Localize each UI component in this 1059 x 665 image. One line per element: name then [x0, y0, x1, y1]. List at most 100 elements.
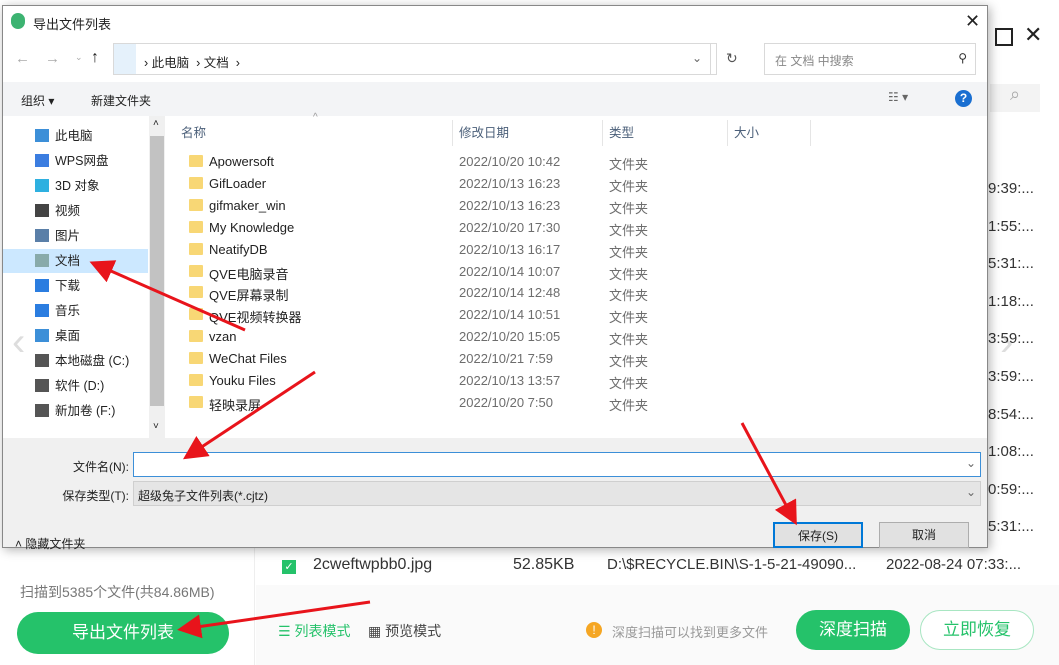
dialog-close-button[interactable]: ✕ [965, 11, 980, 32]
file-type: 文件夹 [609, 200, 649, 216]
table-row[interactable]: ✓ 2cweftwpbb0.jpg 52.85KB D:\$RECYCLE.BI… [280, 556, 1059, 578]
hide-folders-label: 隐藏文件夹 [25, 537, 86, 551]
preview-mode-tab[interactable]: ▦ 预览模式 [368, 621, 441, 641]
list-mode-tab[interactable]: ☰ 列表模式 [278, 621, 350, 641]
save-button[interactable]: 保存(S) [773, 522, 863, 548]
chevron-down-icon[interactable]: ⌄ [692, 51, 702, 65]
preview-mode-label: 预览模式 [385, 623, 442, 639]
prev-arrow-icon[interactable]: ‹ [12, 320, 25, 365]
nav-item[interactable]: 图片 [3, 224, 148, 248]
nav-item-label: 下载 [55, 279, 81, 293]
hide-folders-toggle[interactable]: ˄ 隐藏文件夹 [15, 535, 85, 552]
file-name: GifLoader [209, 175, 267, 191]
file-row[interactable]: 轻映录屏 2022/10/20 7:50 文件夹 [183, 392, 803, 414]
save-dialog: 导出文件列表 ✕ ← → ⌄ ↑ › 此电脑 › 文档 › ⌄ ↻ 在 文档 中… [2, 5, 988, 551]
file-row[interactable]: QVE屏幕录制 2022/10/14 12:48 文件夹 [183, 282, 803, 304]
chevron-down-icon[interactable]: ⌄ [966, 456, 976, 470]
deep-scan-button[interactable]: 深度扫描 [796, 610, 910, 650]
new-folder-button[interactable]: 新建文件夹 [91, 92, 151, 109]
cube-icon [35, 179, 49, 192]
file-row[interactable]: QVE电脑录音 2022/10/14 10:07 文件夹 [183, 261, 803, 283]
file-time: 2022-08-24 07:33:... [886, 556, 1022, 573]
file-row[interactable]: Apowersoft 2022/10/20 10:42 文件夹 [183, 151, 803, 173]
folder-icon [189, 395, 203, 408]
nav-item-label: 图片 [55, 229, 81, 243]
file-row[interactable]: vzan 2022/10/20 15:05 文件夹 [183, 326, 803, 348]
row-time: 0:59:... [988, 480, 1034, 498]
column-size[interactable]: 大小 [728, 120, 811, 146]
view-options-icon[interactable]: ☷ ▾ [888, 90, 908, 104]
nav-item[interactable]: 视频 [3, 199, 148, 223]
filename-input[interactable]: ⌄ [133, 452, 981, 477]
file-name: NeatifyDB [209, 241, 268, 257]
file-date: 2022/10/14 12:48 [459, 285, 561, 301]
file-path: D:\$RECYCLE.BIN\S-1-5-21-49090... [607, 556, 857, 573]
back-button[interactable]: ← [15, 50, 30, 82]
file-name: Youku Files [209, 373, 276, 388]
breadcrumb-documents[interactable]: 文档 [204, 56, 229, 70]
address-bar[interactable]: › 此电脑 › 文档 › ⌄ ↻ [113, 43, 738, 75]
filetype-select[interactable]: 超级兔子文件列表(*.cjtz) ⌄ [133, 481, 981, 506]
deep-scan-hint: 深度扫描可以找到更多文件 [612, 625, 769, 640]
nav-item[interactable]: 下载 [3, 274, 148, 298]
nav-item[interactable]: 此电脑 [3, 124, 148, 148]
scroll-up-icon[interactable]: ˄ [153, 118, 159, 129]
help-icon[interactable]: ? [955, 90, 972, 107]
breadcrumb-this-pc[interactable]: 此电脑 [152, 56, 190, 70]
file-row[interactable]: WeChat Files 2022/10/21 7:59 文件夹 [183, 348, 803, 370]
nav-scrollbar[interactable]: ˄ ˅ [149, 116, 165, 438]
file-type: 文件夹 [609, 376, 649, 391]
file-type: 文件夹 [609, 222, 649, 238]
app-logo-icon [11, 13, 25, 29]
file-row[interactable]: QVE视频转换器 2022/10/14 10:51 文件夹 [183, 304, 803, 326]
folder-icon [189, 220, 203, 233]
scroll-down-icon[interactable]: ˅ [153, 421, 159, 432]
row-time: 1:55:... [988, 217, 1034, 235]
up-button[interactable]: ↑ [91, 49, 99, 81]
file-row[interactable]: My Knowledge 2022/10/20 17:30 文件夹 [183, 217, 803, 239]
file-row[interactable]: gifmaker_win 2022/10/13 16:23 文件夹 [183, 195, 803, 217]
forward-button[interactable]: → [45, 50, 60, 82]
desktop-icon [35, 329, 49, 342]
scroll-thumb[interactable] [150, 136, 164, 406]
file-type: 文件夹 [609, 288, 649, 304]
refresh-icon[interactable]: ↻ [726, 50, 738, 67]
file-date: 2022/10/20 17:30 [459, 219, 561, 235]
nav-item-label: 文档 [55, 254, 81, 268]
file-date: 2022/10/14 10:07 [459, 263, 561, 279]
nav-item-label: 本地磁盘 (C:) [55, 354, 130, 368]
nav-item[interactable]: 软件 (D:) [3, 374, 148, 398]
checkbox-checked[interactable]: ✓ [282, 560, 296, 574]
file-date: 2022/10/13 16:17 [459, 241, 561, 257]
recover-button[interactable]: 立即恢复 [920, 610, 1034, 650]
export-file-list-button[interactable]: 导出文件列表 [17, 612, 229, 654]
nav-item[interactable]: 文档 [3, 249, 148, 273]
column-date[interactable]: 修改日期 [453, 120, 603, 146]
cancel-button[interactable]: 取消 [879, 522, 969, 548]
column-type[interactable]: 类型 [603, 120, 728, 146]
file-name: QVE视频转换器 [209, 310, 302, 326]
search-input[interactable]: 在 文档 中搜索 ⚲ [764, 43, 976, 75]
row-time: 9:39:... [988, 180, 1034, 197]
filename-label: 文件名(N): [73, 460, 129, 474]
picture-icon [35, 229, 49, 242]
nav-item[interactable]: 新加卷 (F:) [3, 399, 148, 423]
file-row[interactable]: Youku Files 2022/10/13 13:57 文件夹 [183, 370, 803, 392]
row-time: 1:18:... [988, 292, 1034, 310]
column-name[interactable]: 名称 [175, 120, 453, 146]
nav-item[interactable]: WPS网盘 [3, 149, 148, 173]
file-row[interactable]: GifLoader 2022/10/13 16:23 文件夹 [183, 173, 803, 195]
row-time: 8:54:... [988, 405, 1034, 423]
organize-button[interactable]: 组织 ▾ [21, 92, 54, 109]
filetype-value: 超级兔子文件列表(*.cjtz) [138, 489, 268, 503]
maximize-button[interactable] [995, 28, 1013, 46]
toolbar: 组织 ▾ 新建文件夹 ☷ ▾ ? [3, 82, 987, 116]
nav-item-label: 音乐 [55, 304, 81, 318]
close-app-button[interactable]: ✕ [1024, 22, 1042, 48]
file-row[interactable]: NeatifyDB 2022/10/13 16:17 文件夹 [183, 239, 803, 261]
file-type: 文件夹 [609, 266, 649, 282]
folder-icon [189, 155, 203, 167]
recent-dropdown[interactable]: ⌄ [75, 52, 83, 84]
app-search-icon[interactable]: ⌕ [990, 84, 1040, 112]
nav-item[interactable]: 3D 对象 [3, 174, 148, 198]
